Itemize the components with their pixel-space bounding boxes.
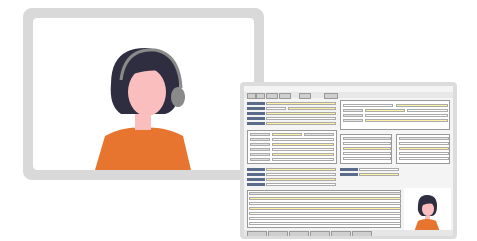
form-section-label bbox=[247, 122, 265, 125]
info-field[interactable] bbox=[365, 109, 405, 112]
video-call-frame bbox=[23, 8, 264, 180]
toolbar-button[interactable] bbox=[266, 93, 278, 99]
grid-cell bbox=[250, 143, 270, 146]
form-field[interactable] bbox=[266, 117, 336, 120]
table-row bbox=[343, 152, 391, 155]
tab[interactable] bbox=[310, 231, 330, 236]
grid-cell[interactable] bbox=[272, 148, 334, 151]
tab-bar bbox=[244, 230, 453, 236]
form-field[interactable] bbox=[266, 183, 336, 186]
form-grid bbox=[247, 130, 337, 164]
table-row bbox=[399, 152, 449, 155]
toolbar-button[interactable] bbox=[247, 93, 256, 99]
grid-cell bbox=[250, 133, 270, 136]
grid-cell bbox=[250, 138, 270, 141]
info-field[interactable] bbox=[396, 104, 448, 107]
tab[interactable] bbox=[352, 231, 372, 236]
tab[interactable] bbox=[289, 231, 309, 236]
table-row bbox=[249, 207, 401, 210]
table-row bbox=[249, 197, 401, 200]
form-section-label bbox=[247, 117, 265, 120]
form-field[interactable] bbox=[266, 102, 336, 105]
data-table bbox=[247, 190, 401, 228]
grid-cell[interactable] bbox=[272, 143, 334, 146]
info-field bbox=[343, 109, 363, 112]
form-section-label bbox=[247, 168, 265, 171]
form-section-label bbox=[247, 102, 265, 105]
tab[interactable] bbox=[247, 231, 267, 236]
table-row bbox=[249, 202, 401, 205]
form-field[interactable] bbox=[266, 178, 336, 181]
info-panel bbox=[340, 100, 450, 130]
table-row bbox=[399, 142, 449, 145]
video-call-view bbox=[33, 18, 254, 170]
grid-cell[interactable] bbox=[272, 138, 334, 141]
person-pip-icon bbox=[414, 195, 440, 232]
grid-cell[interactable] bbox=[272, 133, 302, 136]
table-row bbox=[399, 137, 449, 140]
toolbar-button[interactable] bbox=[299, 93, 311, 99]
table-row bbox=[399, 157, 449, 160]
grid-cell[interactable] bbox=[272, 153, 334, 156]
toolbar bbox=[244, 92, 453, 99]
grid-cell bbox=[250, 148, 270, 151]
table-row bbox=[343, 147, 391, 150]
form-field[interactable] bbox=[266, 122, 336, 125]
business-form-window bbox=[240, 82, 457, 239]
form-section-label bbox=[340, 168, 358, 171]
form-field[interactable] bbox=[288, 107, 336, 110]
tab[interactable] bbox=[268, 231, 288, 236]
form-field[interactable] bbox=[266, 168, 336, 171]
person-with-headset-icon bbox=[95, 48, 191, 170]
table-row bbox=[249, 212, 401, 215]
table-row bbox=[399, 147, 449, 150]
info-field bbox=[343, 114, 363, 117]
info-field[interactable] bbox=[407, 109, 448, 112]
pip-video bbox=[404, 188, 451, 232]
form-section-label bbox=[247, 183, 265, 186]
info-field[interactable] bbox=[365, 114, 448, 117]
form-section-label bbox=[247, 112, 265, 115]
form-field[interactable] bbox=[359, 168, 399, 171]
business-form-window-icon bbox=[244, 86, 453, 236]
info-field[interactable] bbox=[343, 104, 393, 107]
form-field[interactable] bbox=[266, 173, 336, 176]
form-section-label bbox=[247, 173, 265, 176]
info-field bbox=[343, 119, 363, 122]
table-row bbox=[249, 217, 401, 220]
grid-cell bbox=[304, 133, 334, 136]
info-field[interactable] bbox=[365, 119, 448, 122]
form-section-label bbox=[247, 107, 265, 110]
form-field[interactable] bbox=[266, 107, 286, 110]
form-field[interactable] bbox=[359, 173, 399, 176]
toolbar-button[interactable] bbox=[279, 93, 291, 99]
grid-cell bbox=[250, 158, 270, 161]
form-section-label bbox=[340, 173, 358, 176]
table-header bbox=[249, 192, 401, 195]
tab[interactable] bbox=[331, 231, 351, 236]
toolbar-button[interactable] bbox=[324, 93, 338, 99]
grid-cell bbox=[250, 153, 270, 156]
table-row bbox=[343, 157, 391, 160]
table-row bbox=[343, 142, 391, 145]
table-row bbox=[249, 222, 401, 225]
form-section-label bbox=[247, 178, 265, 181]
grid-cell[interactable] bbox=[272, 158, 334, 161]
sub-table bbox=[396, 134, 450, 164]
toolbar-button[interactable] bbox=[256, 93, 265, 99]
sub-table bbox=[340, 134, 392, 164]
table-row bbox=[343, 137, 391, 140]
form-field[interactable] bbox=[266, 112, 336, 115]
